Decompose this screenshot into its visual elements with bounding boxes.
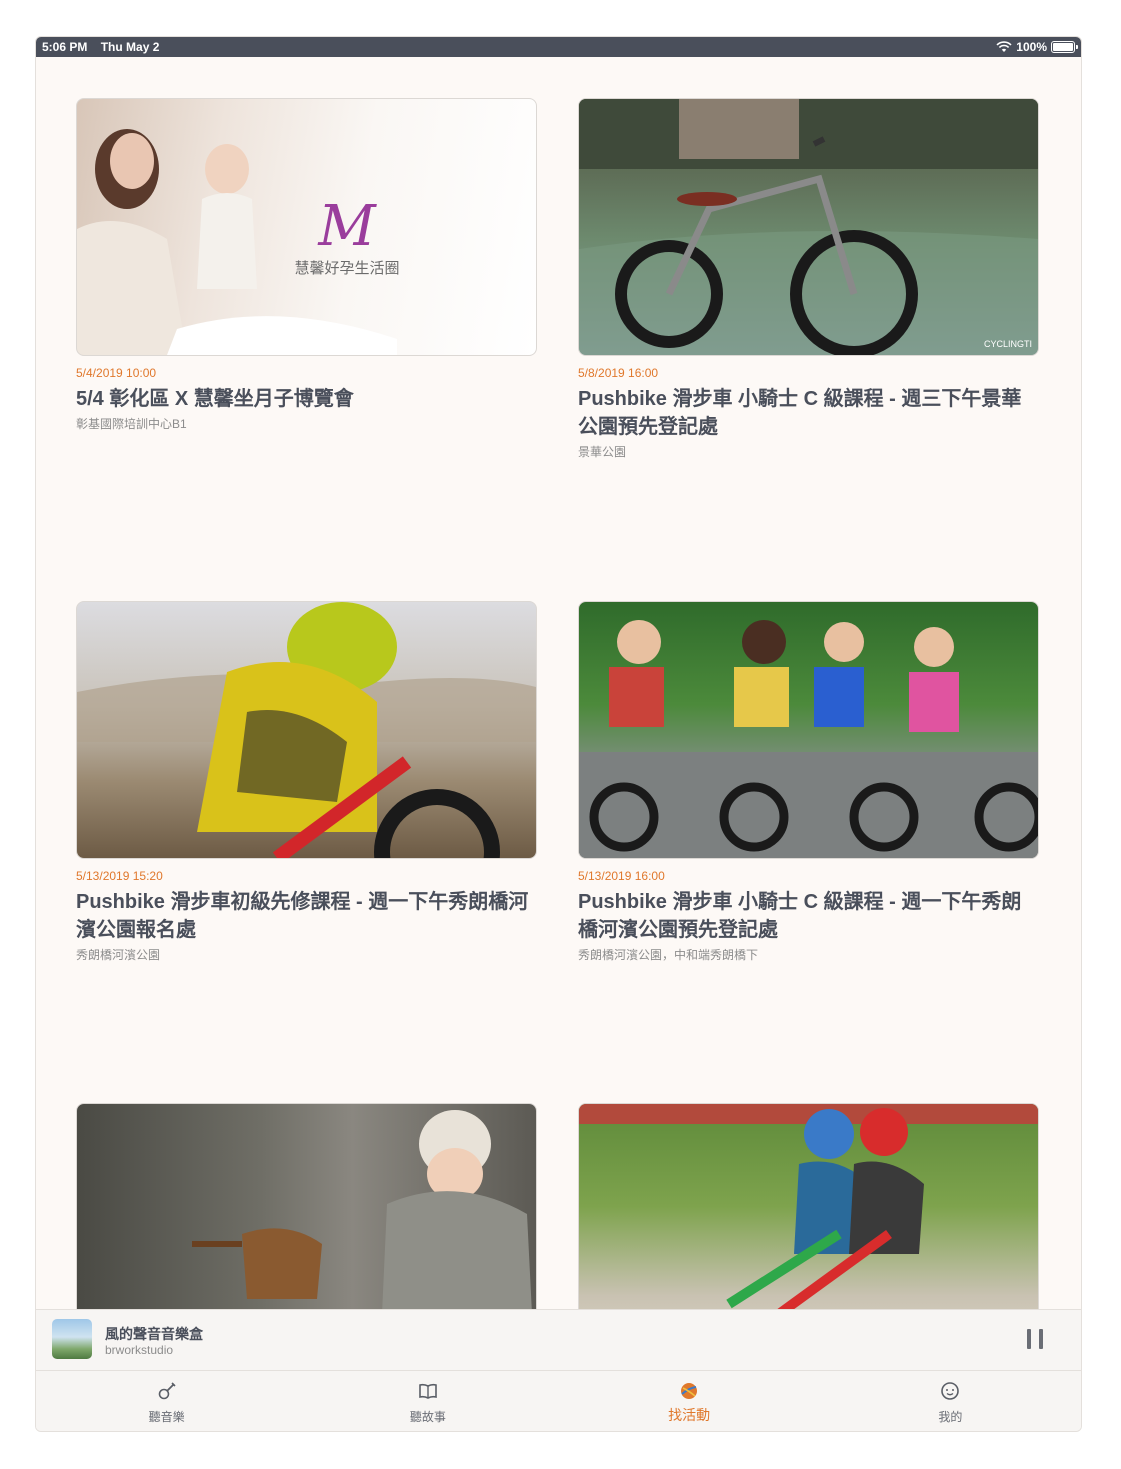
smiley-icon — [941, 1382, 960, 1400]
tab-label: 我的 — [938, 1410, 963, 1424]
mini-player[interactable]: 風的聲音音樂盒 brworkstudio — [36, 1309, 1081, 1370]
battery-percent: 100% — [1016, 40, 1047, 54]
tab-events[interactable]: 找活動 — [559, 1371, 820, 1431]
event-date: 5/13/2019 16:00 — [578, 869, 665, 883]
brand-logo: M 慧馨好孕生活圈 — [237, 199, 457, 278]
event-card[interactable]: CYCLINGTI 5/8/2019 16:00 Pushbike 滑步車 小騎… — [578, 98, 1039, 460]
event-image — [578, 601, 1039, 859]
book-icon — [419, 1383, 437, 1399]
battery-icon — [1051, 41, 1078, 53]
event-title: Pushbike 滑步車初級先修課程 - 週一下午秀朗橋河濱公園報名處 — [76, 891, 529, 941]
event-image: CYCLINGTI — [578, 98, 1039, 356]
event-card[interactable]: 5/13/2019 16:00 Pushbike 滑步車 小騎士 C 級課程 -… — [578, 601, 1039, 963]
status-time: 5:06 PM — [42, 40, 88, 54]
event-location: 秀朗橋河濱公園，中和端秀朗橋下 — [578, 948, 759, 962]
tab-label: 聽音樂 — [148, 1410, 185, 1424]
wifi-icon — [996, 41, 1012, 52]
event-date: 5/4/2019 10:00 — [76, 366, 157, 380]
tab-bar: 聽音樂 聽故事 找活動 我的 — [36, 1370, 1081, 1431]
album-art — [52, 1319, 92, 1359]
tab-music[interactable]: 聽音樂 — [36, 1371, 297, 1431]
kids-on-bikes-illustration — [579, 620, 1038, 858]
event-title: Pushbike 滑步車 小騎士 C 級課程 - 週一下午秀朗橋河濱公園預先登記… — [578, 891, 1022, 941]
event-date: 5/13/2019 15:20 — [76, 869, 163, 883]
event-image — [76, 601, 537, 859]
pause-button[interactable] — [1025, 1329, 1045, 1351]
pause-icon — [1027, 1329, 1031, 1349]
image-watermark: CYCLINGTI — [983, 339, 1032, 349]
event-date: 5/8/2019 16:00 — [578, 366, 659, 380]
event-title: 5/4 彰化區 X 慧馨坐月子博覽會 — [76, 388, 354, 410]
event-location: 彰基國際培訓中心B1 — [76, 417, 187, 431]
event-card[interactable]: 5/13/2019 15:20 Pushbike 滑步車初級先修課程 - 週一下… — [76, 601, 537, 963]
logo-text: 慧馨好孕生活圈 — [294, 260, 400, 277]
event-location: 秀朗橋河濱公園 — [76, 948, 161, 962]
event-location: 景華公園 — [578, 445, 627, 459]
event-image: M 慧馨好孕生活圈 — [76, 98, 537, 356]
ball-icon — [681, 1383, 698, 1399]
tab-label: 聽故事 — [409, 1410, 446, 1424]
child-on-bike-illustration — [77, 602, 536, 858]
tab-profile[interactable]: 我的 — [820, 1371, 1081, 1431]
event-title: Pushbike 滑步車 小騎士 C 級課程 - 週三下午景華公園預先登記處 — [578, 388, 1022, 438]
tab-stories[interactable]: 聽故事 — [297, 1371, 558, 1431]
app-window: 5:06 PM Thu May 2 100% M 慧馨好孕生活圈 5/4/201… — [35, 36, 1082, 1432]
status-bar: 5:06 PM Thu May 2 100% — [36, 37, 1081, 57]
status-date: Thu May 2 — [100, 40, 160, 54]
now-playing-title: 風的聲音音樂盒 — [105, 1326, 203, 1342]
now-playing-artist: brworkstudio — [105, 1343, 174, 1357]
guitar-icon — [158, 1382, 176, 1400]
event-card[interactable]: M 慧馨好孕生活圈 5/4/2019 10:00 5/4 彰化區 X 慧馨坐月子… — [76, 98, 537, 432]
tab-label: 找活動 — [668, 1407, 711, 1423]
balance-bike-illustration — [579, 99, 1038, 355]
